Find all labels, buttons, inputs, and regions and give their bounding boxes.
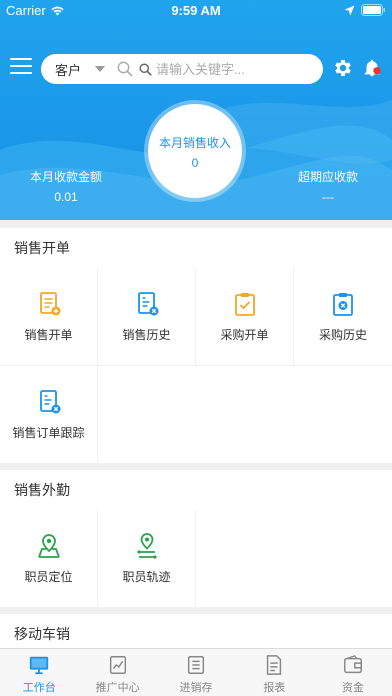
monthly-receipts-value: 0.01 <box>54 190 78 204</box>
tab-inventory[interactable]: 进销存 <box>157 649 235 696</box>
chevron-down-icon <box>95 66 106 72</box>
purchase-history-button[interactable]: 采购历史 <box>294 268 392 365</box>
tab-bar: 工作台 推广中心 进销存 报表 资金 <box>0 648 392 696</box>
cell-label: 销售订单跟踪 <box>12 426 85 440</box>
doc-add-icon <box>39 292 60 316</box>
cell-label: 职员定位 <box>24 570 73 584</box>
field-sales-grid: 职员定位 职员轨迹 <box>0 510 392 607</box>
empty-cell <box>196 510 392 607</box>
sales-history-button[interactable]: 销售历史 <box>98 268 195 365</box>
monthly-sales-card[interactable]: 本月销售收入 0 <box>148 104 242 198</box>
sales-order-tracking-button[interactable]: 销售订单跟踪 <box>0 366 97 463</box>
purchase-order-button[interactable]: 采购开单 <box>196 268 293 365</box>
tab-reports[interactable]: 报表 <box>235 649 313 696</box>
monitor-icon <box>30 656 49 675</box>
section-title-sales-order: 销售开单 <box>0 228 392 268</box>
clipboard-history-icon <box>333 293 353 316</box>
cell-label: 职员轨迹 <box>122 570 171 584</box>
map-pin-icon <box>37 534 60 558</box>
search-field-icon <box>139 62 152 76</box>
doc-history-icon <box>137 292 158 316</box>
report-icon <box>267 655 282 675</box>
menu-icon[interactable] <box>10 58 32 76</box>
overdue-receivables-stat[interactable]: 超期应收款 --- <box>282 168 374 204</box>
section-title-field-sales: 销售外勤 <box>0 470 392 510</box>
track-icon <box>136 533 157 559</box>
sales-order-button[interactable]: 销售开单 <box>0 268 97 365</box>
search-input[interactable] <box>156 61 306 77</box>
tab-label: 进销存 <box>179 682 213 694</box>
tab-label: 报表 <box>263 682 286 694</box>
cell-label: 销售历史 <box>122 328 171 342</box>
cell-label: 采购开单 <box>220 328 269 342</box>
search-icon[interactable] <box>117 61 133 77</box>
monthly-receipts-stat[interactable]: 本月收款金额 0.01 <box>20 168 112 204</box>
list-icon <box>187 656 205 674</box>
gear-icon[interactable] <box>332 57 354 79</box>
monthly-sales-value: 0 <box>191 156 199 170</box>
tab-label: 资金 <box>341 682 364 694</box>
overdue-receivables-value: --- <box>322 190 334 204</box>
monthly-receipts-label: 本月收款金额 <box>29 170 102 184</box>
tab-label: 推广中心 <box>95 682 140 694</box>
search-type-select[interactable]: 客户 <box>41 60 109 79</box>
clipboard-check-icon <box>234 293 255 316</box>
staff-location-button[interactable]: 职员定位 <box>0 510 97 607</box>
wallet-icon <box>343 655 362 674</box>
staff-track-button[interactable]: 职员轨迹 <box>98 510 195 607</box>
doc-track-icon <box>39 390 60 414</box>
chart-icon <box>109 656 126 674</box>
battery-icon <box>361 4 385 16</box>
cell-label: 采购历史 <box>318 328 367 342</box>
header-banner: Carrier 9:59 AM 客户 请输入关键字... 本月销售收入 0 本月… <box>0 0 392 220</box>
monthly-sales-label: 本月销售收入 <box>158 136 231 150</box>
location-arrow-icon <box>344 5 355 15</box>
tab-label: 工作台 <box>22 682 56 694</box>
search-bar: 客户 <box>41 54 323 84</box>
tab-funds[interactable]: 资金 <box>314 649 392 696</box>
search-type-label: 客户 <box>55 62 82 78</box>
status-time: 9:59 AM <box>171 3 221 18</box>
notification-badge <box>373 67 381 75</box>
bell-icon[interactable] <box>361 57 383 79</box>
overdue-receivables-label: 超期应收款 <box>297 170 358 184</box>
tab-workbench[interactable]: 工作台 <box>0 649 78 696</box>
cell-label: 销售开单 <box>24 328 73 342</box>
empty-cell <box>98 366 392 463</box>
top-bar: 客户 <box>0 52 392 84</box>
tab-promotion[interactable]: 推广中心 <box>78 649 156 696</box>
status-bar: Carrier 9:59 AM <box>0 0 392 22</box>
sales-order-grid: 销售开单 销售历史 采购开单 采购历史 销售订单跟踪 <box>0 268 392 463</box>
